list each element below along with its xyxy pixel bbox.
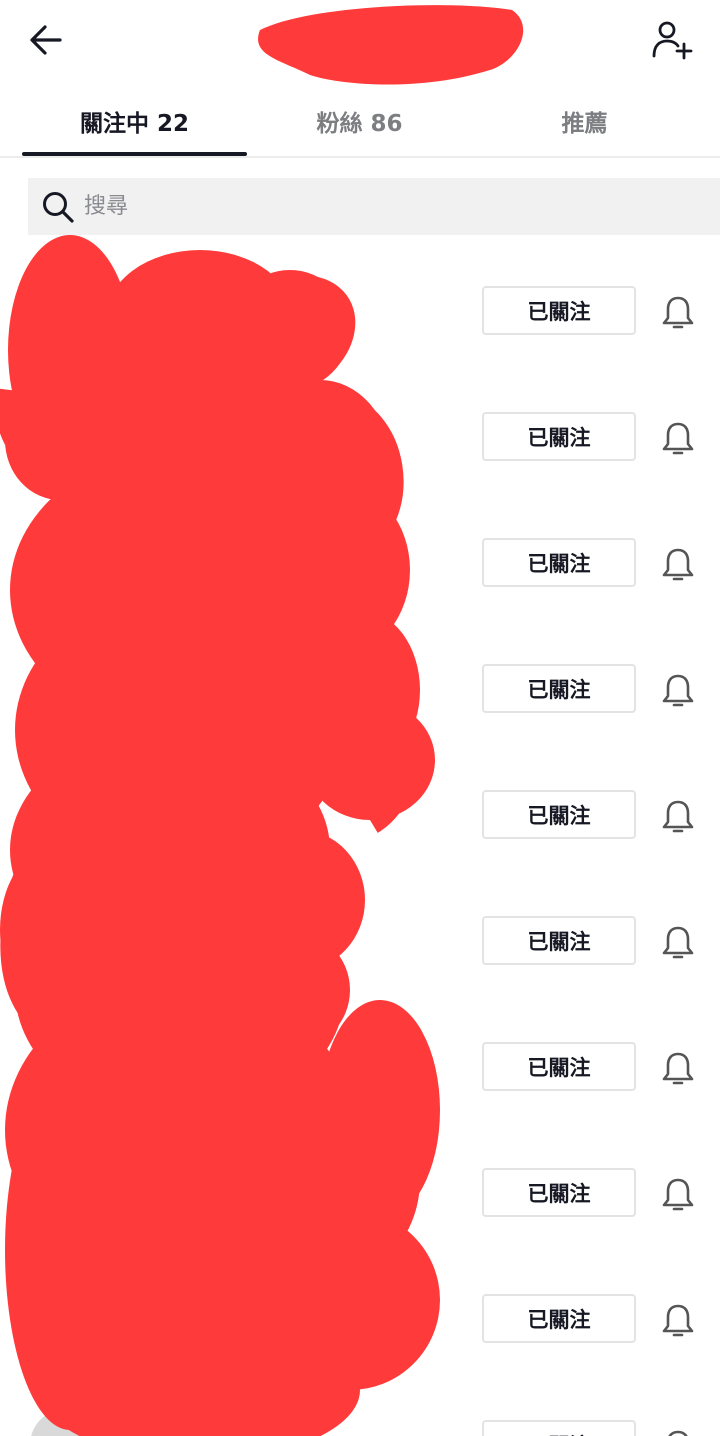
avatar[interactable] — [30, 275, 102, 347]
top-bar — [0, 0, 720, 85]
bell-icon — [662, 800, 694, 833]
following-button[interactable]: 已關注 — [482, 412, 636, 461]
notification-bell-button[interactable] — [656, 795, 700, 839]
following-button[interactable]: 已關注 — [482, 538, 636, 587]
list-item[interactable]: 已關注 — [0, 499, 720, 625]
list-item[interactable]: vo••o 已關注 — [0, 1255, 720, 1381]
title-redaction — [258, 5, 524, 85]
username[interactable]: ucc••120 — [148, 1413, 244, 1436]
notification-bell-button[interactable] — [656, 291, 700, 335]
bell-icon — [662, 1304, 694, 1337]
list-item[interactable]: 已關注 — [0, 373, 720, 499]
arrow-left-icon — [30, 25, 62, 55]
list-item[interactable]: 已關注 — [0, 751, 720, 877]
list-item[interactable]: ucc••120 已關注 — [0, 1381, 720, 1436]
list-item[interactable]: 已關注 — [0, 1003, 720, 1129]
avatar[interactable] — [30, 653, 102, 725]
list-item[interactable]: ch••20630 已關注 — [0, 247, 720, 373]
avatar[interactable] — [30, 1409, 102, 1436]
add-user-button[interactable] — [648, 16, 696, 64]
following-button[interactable]: 已關注 — [482, 1420, 636, 1436]
avatar[interactable] — [30, 905, 102, 977]
bell-icon — [662, 548, 694, 581]
tab-bar: 關注中 22 粉絲 86 推薦 — [0, 88, 720, 158]
tab-following[interactable]: 關注中 22 — [22, 88, 247, 154]
notification-bell-button[interactable] — [656, 1173, 700, 1217]
notification-bell-button[interactable] — [656, 921, 700, 965]
notification-bell-button[interactable] — [656, 1425, 700, 1436]
list-item[interactable]: 已關注 — [0, 625, 720, 751]
list-item[interactable]: 已關注 — [0, 877, 720, 1003]
following-button[interactable]: 已關注 — [482, 286, 636, 335]
search-input[interactable] — [84, 194, 684, 219]
avatar[interactable] — [30, 1157, 102, 1229]
bell-icon — [662, 926, 694, 959]
username[interactable]: vo••o — [148, 1287, 208, 1311]
username[interactable]: ch••20630 — [148, 279, 259, 303]
following-button[interactable]: 已關注 — [482, 916, 636, 965]
bell-icon — [662, 1052, 694, 1085]
following-button[interactable]: 已關注 — [482, 664, 636, 713]
search-icon — [43, 191, 74, 223]
bell-icon — [668, 1430, 688, 1436]
add-user-icon — [652, 21, 693, 60]
bell-icon — [662, 422, 694, 455]
bell-icon — [662, 1178, 694, 1211]
avatar[interactable] — [30, 1283, 102, 1355]
following-button[interactable]: 已關注 — [482, 1168, 636, 1217]
list-item[interactable]: 已關注 — [0, 1129, 720, 1255]
tab-followers[interactable]: 粉絲 86 — [247, 88, 472, 154]
bell-icon — [662, 674, 694, 707]
avatar[interactable] — [30, 1031, 102, 1103]
following-button[interactable]: 已關注 — [482, 1042, 636, 1091]
active-tab-indicator — [22, 152, 247, 156]
tab-suggested[interactable]: 推薦 — [472, 88, 697, 154]
notification-bell-button[interactable] — [656, 543, 700, 587]
following-button[interactable]: 已關注 — [482, 1294, 636, 1343]
following-button[interactable]: 已關注 — [482, 790, 636, 839]
notification-bell-button[interactable] — [656, 1299, 700, 1343]
following-list: ch••20630 已關注 已關注 已關注 已關注 已關注 已關注 已關注 已關… — [0, 247, 720, 1436]
notification-bell-button[interactable] — [656, 669, 700, 713]
back-button[interactable] — [24, 18, 68, 62]
avatar[interactable] — [30, 527, 102, 599]
notification-bell-button[interactable] — [656, 417, 700, 461]
bell-icon — [662, 296, 694, 329]
search-bar[interactable] — [28, 178, 720, 235]
avatar[interactable] — [30, 779, 102, 851]
notification-bell-button[interactable] — [656, 1047, 700, 1091]
avatar[interactable] — [30, 401, 102, 473]
